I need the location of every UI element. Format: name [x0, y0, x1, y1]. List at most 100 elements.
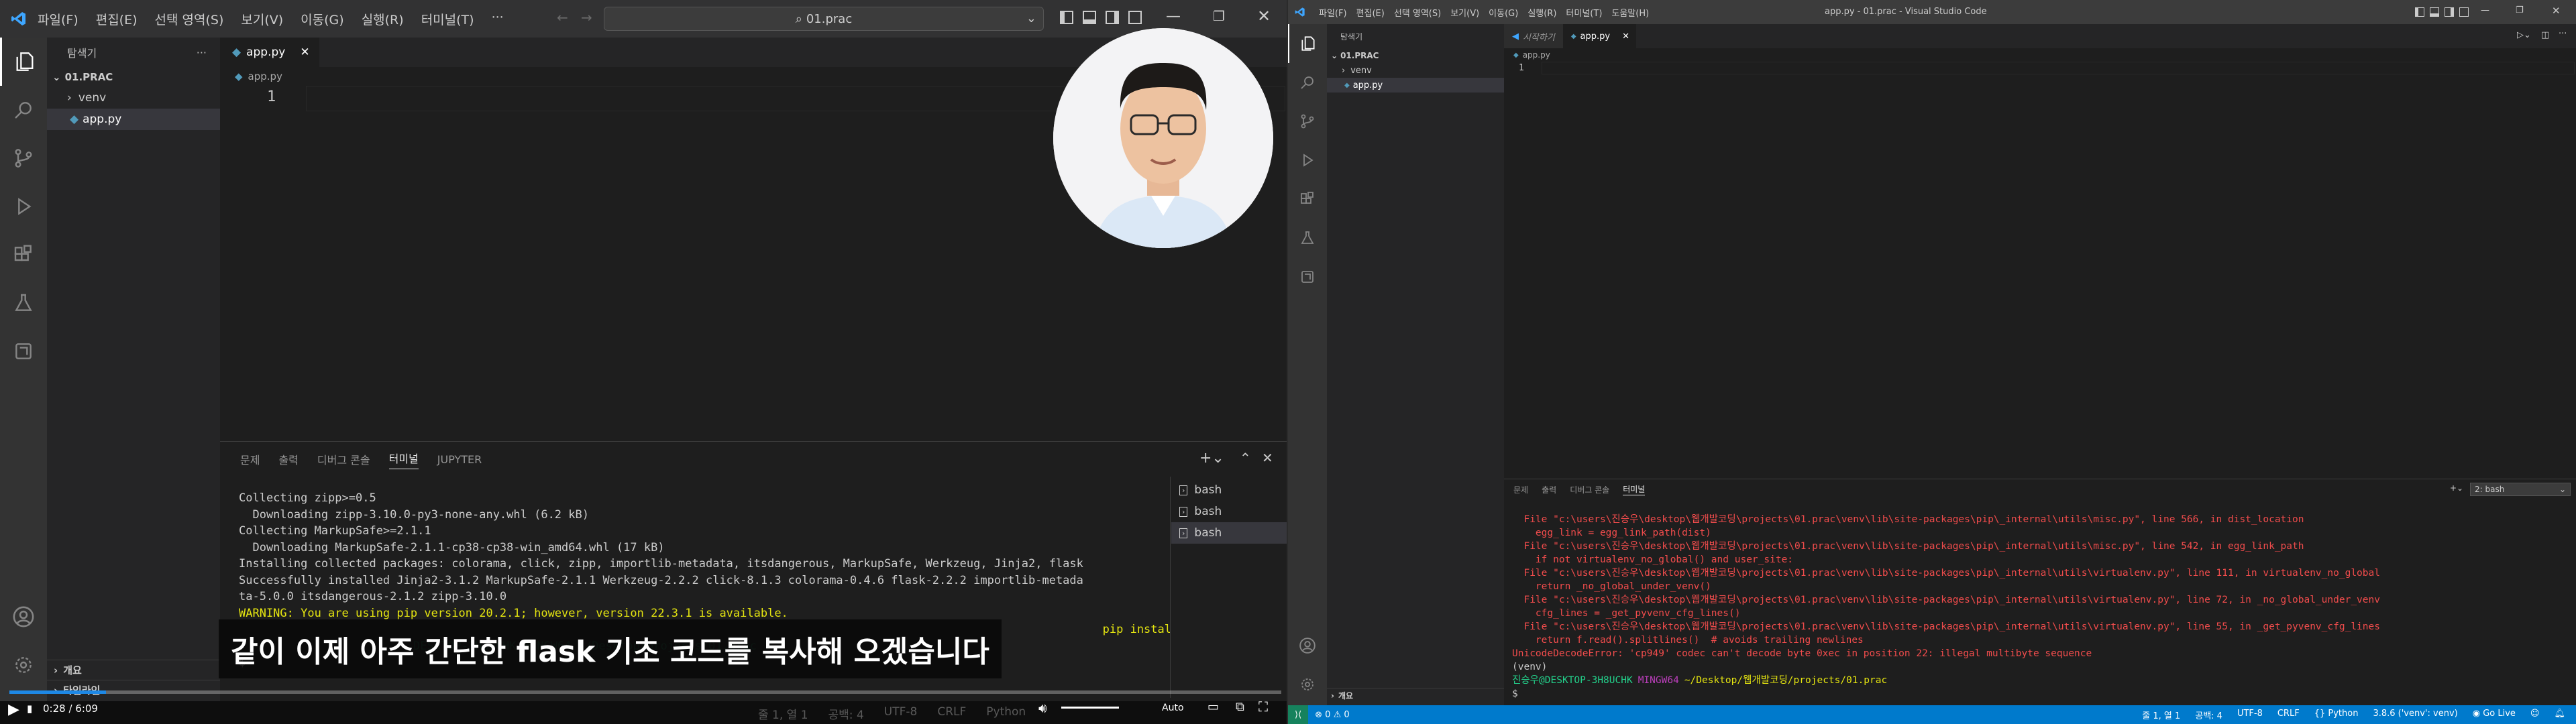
volume-icon[interactable]: 🔊︎: [1038, 700, 1047, 716]
menu-file[interactable]: 파일(F): [38, 10, 78, 28]
restore-icon[interactable]: ❐: [2516, 5, 2524, 15]
run-debug-icon[interactable]: [0, 182, 47, 231]
split-editor-icon[interactable]: ◫: [2541, 30, 2549, 40]
tab-terminal[interactable]: 터미널: [388, 450, 419, 469]
tree-item-venv[interactable]: › venv: [47, 87, 220, 109]
menu-selection[interactable]: 선택 영역(S): [155, 10, 224, 28]
command-center-search[interactable]: ⌕ 01.prac ⌄: [604, 7, 1044, 31]
tab-debug-console[interactable]: 디버그 콘솔: [317, 451, 370, 467]
remote-explorer-icon[interactable]: [1288, 257, 1327, 296]
outline-section[interactable]: › 개요: [1327, 688, 1504, 703]
tab-output[interactable]: 출력: [1542, 484, 1556, 495]
explorer-icon[interactable]: [0, 38, 47, 86]
volume-slider[interactable]: [1061, 707, 1119, 709]
minimize-icon[interactable]: —: [1166, 8, 1181, 25]
customize-layout-icon[interactable]: [1128, 11, 1142, 24]
menu-go[interactable]: 이동(G): [1489, 6, 1518, 19]
status-eol[interactable]: CRLF: [2277, 709, 2300, 721]
minimize-icon[interactable]: —: [2481, 5, 2489, 15]
tree-item-app-py[interactable]: ◆ app.py: [1327, 78, 1504, 93]
new-terminal-icon[interactable]: +⌄: [1199, 450, 1224, 467]
toggle-sidebar-icon[interactable]: [1060, 11, 1073, 24]
breadcrumb-item[interactable]: app.py: [1523, 50, 1550, 60]
status-cursor[interactable]: 줄 1, 열 1: [2142, 709, 2180, 721]
menu-selection[interactable]: 선택 영역(S): [1394, 6, 1441, 19]
status-interpreter[interactable]: 3.8.6 ('venv': venv): [2373, 709, 2457, 721]
testing-icon[interactable]: [1288, 219, 1327, 257]
tab-output[interactable]: 출력: [278, 451, 298, 467]
menu-view[interactable]: 보기(V): [1450, 6, 1479, 19]
pip-icon[interactable]: ⧉: [1236, 700, 1244, 714]
toggle-panel-icon[interactable]: [2430, 7, 2439, 17]
source-control-icon[interactable]: [0, 134, 47, 182]
toggle-secondary-sidebar-icon[interactable]: [1106, 11, 1119, 24]
run-python-icon[interactable]: ▷⌄: [2517, 30, 2531, 40]
menu-terminal[interactable]: 터미널(T): [421, 10, 474, 28]
forward-arrow-icon[interactable]: →: [581, 9, 592, 25]
bell-icon[interactable]: 🔔︎: [2554, 709, 2565, 721]
testing-icon[interactable]: [0, 279, 47, 327]
menu-edit[interactable]: 편집(E): [96, 10, 138, 28]
extensions-icon[interactable]: [1288, 180, 1327, 219]
status-problems[interactable]: ⊗ 0 ⚠ 0: [1315, 710, 1350, 720]
tree-item-venv[interactable]: › venv: [1327, 63, 1504, 78]
folder-header[interactable]: ⌄ 01.PRAC: [1327, 48, 1504, 63]
menu-more[interactable]: ···: [492, 10, 504, 28]
remote-indicator[interactable]: ⟩⟨: [1288, 705, 1309, 724]
tab-problems[interactable]: 문제: [240, 451, 260, 467]
right-terminal-output[interactable]: File "c:\users\진승우\desktop\웹개발코딩\project…: [1512, 513, 2572, 701]
tab-debug-console[interactable]: 디버그 콘솔: [1570, 484, 1609, 495]
menu-go[interactable]: 이동(G): [301, 10, 344, 28]
back-arrow-icon[interactable]: ←: [557, 9, 568, 25]
gear-icon[interactable]: [1288, 665, 1327, 704]
close-icon[interactable]: ✕: [300, 46, 309, 59]
tab-app-py[interactable]: ◆ app.py ✕: [1562, 24, 1637, 48]
status-language[interactable]: {} Python: [2314, 709, 2359, 721]
skip-icon[interactable]: ▮: [27, 703, 32, 715]
play-icon[interactable]: ▶: [8, 701, 19, 718]
folder-header[interactable]: ⌄ 01.PRAC: [47, 67, 220, 87]
menu-terminal[interactable]: 터미널(T): [1566, 6, 1602, 19]
extensions-icon[interactable]: [0, 231, 47, 279]
account-icon[interactable]: [0, 593, 47, 641]
menu-run[interactable]: 실행(R): [1527, 6, 1556, 19]
status-encoding[interactable]: UTF-8: [2237, 709, 2263, 721]
menu-edit[interactable]: 편집(E): [1356, 6, 1385, 19]
source-control-icon[interactable]: [1288, 102, 1327, 141]
terminal-select[interactable]: 2: bash ⌄: [2470, 483, 2571, 496]
menu-run[interactable]: 실행(R): [362, 10, 404, 28]
video-progress-track[interactable]: [9, 690, 1281, 694]
captions-icon[interactable]: ▭: [1208, 700, 1219, 714]
status-indent[interactable]: 공백: 4: [2195, 709, 2222, 721]
tab-app-py[interactable]: ◆ app.py ✕: [220, 38, 319, 67]
remote-explorer-icon[interactable]: [0, 327, 47, 375]
menu-view[interactable]: 보기(V): [241, 10, 283, 28]
quality-auto[interactable]: Auto: [1162, 703, 1184, 713]
run-debug-icon[interactable]: [1288, 141, 1327, 180]
terminal-list-item[interactable]: › bash: [1171, 479, 1288, 501]
terminal-list-item-active[interactable]: › bash: [1171, 522, 1288, 544]
tab-jupyter[interactable]: JUPYTER: [437, 453, 482, 466]
code-line-1[interactable]: 1: [1504, 62, 2576, 75]
menu-file[interactable]: 파일(F): [1319, 6, 1347, 19]
terminal-list-item[interactable]: › bash: [1171, 501, 1288, 522]
explorer-icon[interactable]: [1288, 24, 1327, 63]
close-panel-icon[interactable]: ✕: [1262, 450, 1273, 466]
tab-problems[interactable]: 문제: [1513, 484, 1528, 495]
restore-icon[interactable]: ❐: [1213, 8, 1225, 24]
feedback-icon[interactable]: ☺: [2530, 709, 2540, 721]
more-actions-icon[interactable]: ···: [2559, 29, 2567, 39]
tab-terminal[interactable]: 터미널: [1623, 483, 1646, 495]
more-actions-icon[interactable]: ···: [197, 46, 207, 59]
menu-help[interactable]: 도움말(H): [1611, 6, 1649, 19]
gear-icon[interactable]: [0, 641, 47, 689]
outline-section[interactable]: › 개요: [47, 660, 220, 680]
toggle-panel-icon[interactable]: [1083, 11, 1096, 24]
close-window-icon[interactable]: ✕: [2552, 5, 2561, 17]
account-icon[interactable]: [1288, 626, 1327, 665]
fullscreen-icon[interactable]: ⛶: [1258, 699, 1268, 715]
tree-item-app-py[interactable]: ◆ app.py: [47, 109, 220, 130]
toggle-secondary-sidebar-icon[interactable]: [2445, 7, 2454, 17]
maximize-panel-icon[interactable]: ⌃: [1240, 450, 1251, 466]
toggle-sidebar-icon[interactable]: [2415, 7, 2424, 17]
